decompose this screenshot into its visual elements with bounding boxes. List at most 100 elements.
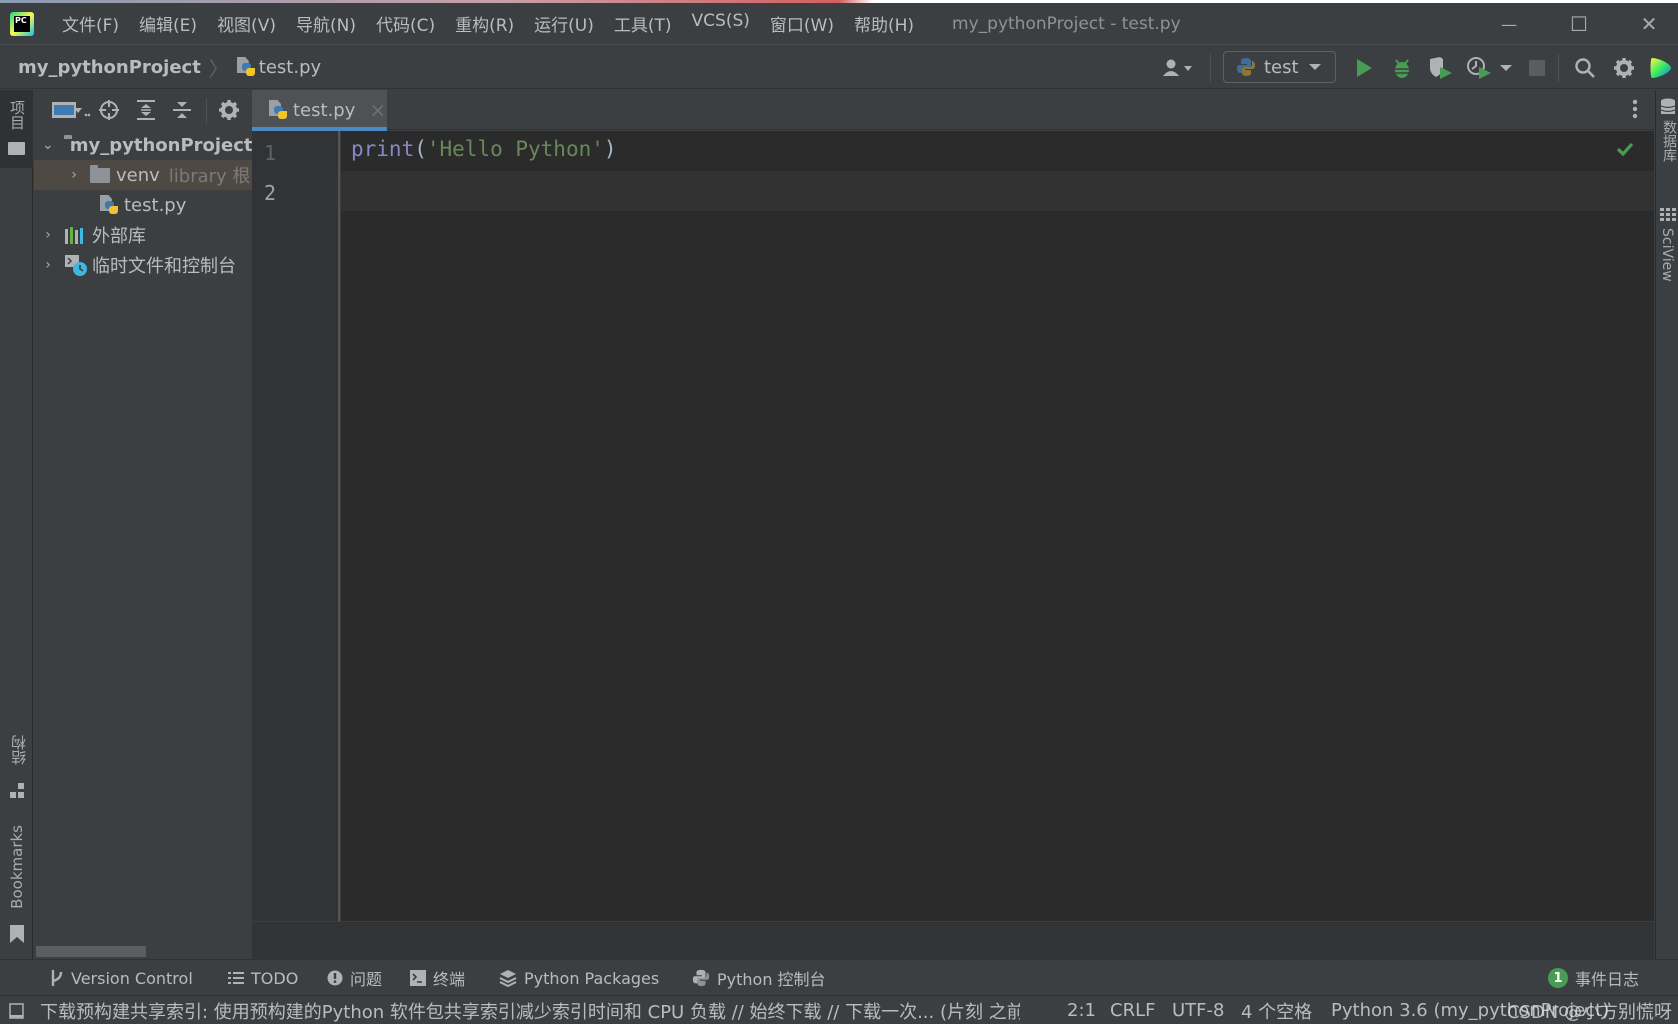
minimize-icon: — xyxy=(1501,14,1517,34)
python-file-icon xyxy=(100,195,118,215)
chevron-down-icon xyxy=(1500,64,1512,71)
gear-icon xyxy=(219,100,239,120)
editor-bottom-area xyxy=(252,922,1654,959)
tool-window-todo[interactable]: TODO xyxy=(228,960,298,996)
sciview-tool-button[interactable]: SciView xyxy=(1656,206,1678,296)
status-message[interactable]: 下载预构建共享索引: 使用预构建的Python 软件包共享索引减少索引时间和 C… xyxy=(40,996,1020,1024)
caret-row-highlight xyxy=(341,171,1654,211)
menu-vcs[interactable]: VCS(S) xyxy=(682,11,760,36)
tree-item-external-libraries[interactable]: › 外部库 xyxy=(34,220,252,250)
collapse-all-button[interactable] xyxy=(172,99,192,125)
code-paren-close: ) xyxy=(603,137,617,161)
tool-window-label: Python 控制台 xyxy=(717,970,826,989)
left-tool-strip: 项目 结构 Bookmarks xyxy=(0,90,33,959)
tool-window-version-control[interactable]: Version Control xyxy=(50,960,193,996)
breadcrumb-project[interactable]: my_pythonProject xyxy=(18,57,201,78)
packages-icon xyxy=(499,970,517,987)
profile-button[interactable] xyxy=(1462,46,1496,89)
minimize-button[interactable]: — xyxy=(1474,3,1544,45)
horizontal-scrollbar[interactable] xyxy=(36,946,146,957)
sciview-tool-label: SciView xyxy=(1659,228,1675,282)
chevron-right-icon[interactable]: › xyxy=(42,227,54,243)
tree-item-label: test.py xyxy=(124,194,187,216)
file-encoding[interactable]: UTF-8 xyxy=(1172,996,1224,1024)
tree-item-project-root[interactable]: ⌄ my_pythonProject xyxy=(34,130,252,160)
run-button[interactable] xyxy=(1348,46,1380,89)
close-button[interactable]: ✕ xyxy=(1614,3,1678,45)
debug-button[interactable] xyxy=(1386,46,1418,89)
tool-window-terminal[interactable]: 终端 xyxy=(410,960,465,996)
toggle-tool-windows-button[interactable] xyxy=(9,996,25,1024)
menu-code[interactable]: 代码(C) xyxy=(366,11,445,36)
user-icon xyxy=(1162,59,1192,76)
toolbar-separator xyxy=(1210,54,1211,82)
stop-button[interactable] xyxy=(1522,46,1552,89)
locate-file-button[interactable] xyxy=(98,99,120,125)
user-button[interactable] xyxy=(1155,46,1200,89)
caret-position[interactable]: 2:1 xyxy=(1067,996,1096,1024)
pycharm-logo-icon[interactable]: PC xyxy=(10,11,34,36)
tab-actions-button[interactable] xyxy=(1632,98,1638,124)
tree-item-venv[interactable]: › venv library 根 xyxy=(34,160,252,190)
tool-window-problems[interactable]: 问题 xyxy=(327,960,382,996)
tree-item-scratches[interactable]: › 临时文件和控制台 xyxy=(34,250,252,280)
breadcrumb-separator: 〉 xyxy=(208,56,229,81)
code-line-1[interactable]: print('Hello Python') xyxy=(351,137,617,161)
menu-window[interactable]: 窗口(W) xyxy=(760,11,844,36)
menu-file[interactable]: 文件(F) xyxy=(52,11,129,36)
menu-view[interactable]: 视图(V) xyxy=(207,11,286,36)
project-view-select[interactable] xyxy=(52,100,91,124)
problems-icon xyxy=(327,970,343,986)
chevron-right-icon[interactable]: › xyxy=(68,167,80,183)
expand-all-icon xyxy=(137,100,155,120)
python-file-icon xyxy=(269,100,287,120)
tab-test-py[interactable]: test.py × xyxy=(252,90,387,131)
tab-close-icon[interactable]: × xyxy=(369,98,386,122)
inspection-ok-icon[interactable] xyxy=(1616,141,1634,157)
expand-all-button[interactable] xyxy=(136,99,156,125)
folder-icon xyxy=(8,142,25,155)
settings-button[interactable] xyxy=(1607,46,1641,89)
status-bar: 下载预构建共享索引: 使用预构建的Python 软件包共享索引减少索引时间和 C… xyxy=(0,995,1678,1024)
tree-item-label: venv xyxy=(116,164,160,186)
crosshair-icon xyxy=(99,100,119,120)
search-everywhere-button[interactable] xyxy=(1568,46,1602,89)
menu-help[interactable]: 帮助(H) xyxy=(844,11,924,36)
maximize-icon: ☐ xyxy=(1570,12,1588,36)
chevron-right-icon[interactable]: › xyxy=(42,257,54,273)
project-settings-button[interactable] xyxy=(218,99,240,125)
menu-edit[interactable]: 编辑(E) xyxy=(129,11,207,36)
folder-icon xyxy=(90,164,110,183)
structure-tool-button[interactable]: 结构 xyxy=(0,735,33,810)
grid-icon xyxy=(1660,208,1676,221)
tree-item-test-py[interactable]: test.py xyxy=(34,190,252,220)
tool-window-python-packages[interactable]: Python Packages xyxy=(499,960,659,996)
maximize-button[interactable]: ☐ xyxy=(1544,3,1614,45)
menu-refactor[interactable]: 重构(R) xyxy=(445,11,524,36)
database-tool-button[interactable]: 数据库 xyxy=(1656,96,1678,176)
event-log-button[interactable]: 1 事件日志 xyxy=(1548,960,1639,996)
indent-setting[interactable]: 4 个空格 xyxy=(1241,996,1312,1024)
structure-tool-label: 结构 xyxy=(10,735,28,765)
tool-window-python-console[interactable]: Python 控制台 xyxy=(692,960,826,996)
more-run-options-button[interactable] xyxy=(1496,46,1516,89)
project-tool-button[interactable]: 项目 xyxy=(0,90,33,168)
breadcrumb-file[interactable]: test.py xyxy=(259,57,321,78)
bookmarks-tool-button[interactable]: Bookmarks xyxy=(0,825,33,950)
chevron-down-icon[interactable]: ⌄ xyxy=(42,137,54,153)
tree-item-label: my_pythonProject xyxy=(69,134,252,156)
chevron-down-icon xyxy=(1308,64,1321,70)
line-separator[interactable]: CRLF xyxy=(1110,996,1155,1024)
menu-tools[interactable]: 工具(T) xyxy=(604,11,682,36)
run-icon xyxy=(1357,58,1372,77)
terminal-icon xyxy=(410,970,426,986)
run-configuration-select[interactable]: test xyxy=(1223,51,1336,83)
watermark: CSDN @小方别慌呀 xyxy=(1506,1001,1672,1023)
run-with-coverage-button[interactable] xyxy=(1424,46,1458,89)
list-icon xyxy=(228,972,244,984)
toolbox-button[interactable] xyxy=(1644,46,1678,89)
menu-navigate[interactable]: 导航(N) xyxy=(286,11,366,36)
code-editor[interactable]: print('Hello Python') xyxy=(341,131,1654,921)
menu-run[interactable]: 运行(U) xyxy=(524,11,604,36)
project-panel: ⌄ my_pythonProject › venv library 根 test… xyxy=(34,90,252,959)
